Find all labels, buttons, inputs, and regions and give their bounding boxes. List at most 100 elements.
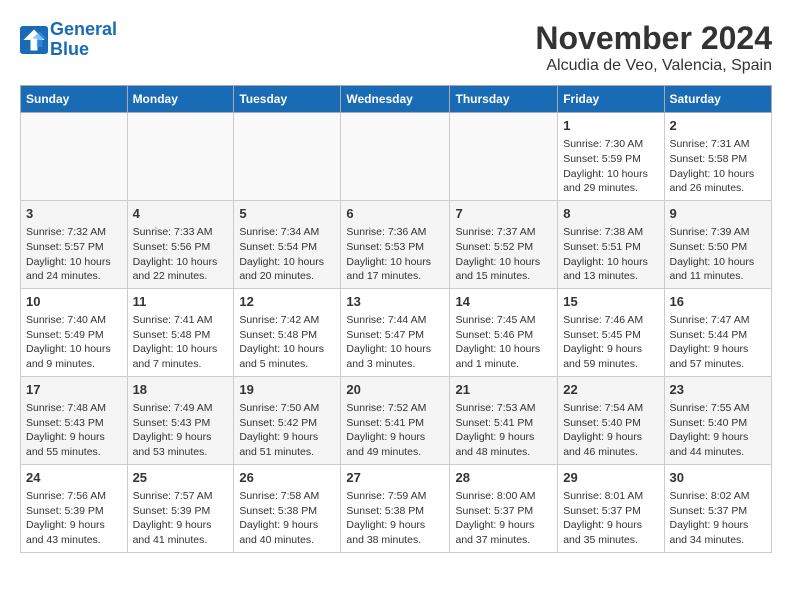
weekday-header-friday: Friday <box>558 86 664 113</box>
day-number: 23 <box>670 381 767 399</box>
calendar-cell: 20 Sunrise: 7:52 AM Sunset: 5:41 PM Dayli… <box>341 376 450 464</box>
calendar-cell: 9Sunrise: 7:39 AM Sunset: 5:50 PM Daylig… <box>664 200 772 288</box>
calendar-body: 1Sunrise: 7:30 AM Sunset: 5:59 PM Daylig… <box>21 113 772 553</box>
weekday-header-saturday: Saturday <box>664 86 772 113</box>
calendar-cell: 19 Sunrise: 7:50 AM Sunset: 5:42 PM Dayli… <box>234 376 341 464</box>
day-info: Sunrise: 7:47 AM Sunset: 5:44 PM Dayligh… <box>670 313 767 372</box>
logo-line1: General <box>50 19 117 39</box>
day-info: Sunrise: 7:32 AM Sunset: 5:57 PM Dayligh… <box>26 225 122 284</box>
title-block: November 2024 Alcudia de Veo, Valencia, … <box>535 20 772 75</box>
day-info: Sunrise: 8:02 AM Sunset: 5:37 PM Dayligh… <box>670 489 767 548</box>
weekday-header-wednesday: Wednesday <box>341 86 450 113</box>
day-number: 7 <box>455 205 552 223</box>
day-number: 12 <box>239 293 335 311</box>
calendar-cell: 26 Sunrise: 7:58 AM Sunset: 5:38 PM Dayli… <box>234 464 341 552</box>
calendar-cell: 15Sunrise: 7:46 AM Sunset: 5:45 PM Dayli… <box>558 288 664 376</box>
day-info: Sunrise: 7:55 AM Sunset: 5:40 PM Dayligh… <box>670 401 767 460</box>
day-info: Sunrise: 7:56 AM Sunset: 5:39 PM Dayligh… <box>26 489 122 548</box>
day-info: Sunrise: 7:48 AM Sunset: 5:43 PM Dayligh… <box>26 401 122 460</box>
calendar-cell: 30 Sunrise: 8:02 AM Sunset: 5:37 PM Dayli… <box>664 464 772 552</box>
day-info: Sunrise: 7:57 AM Sunset: 5:39 PM Dayligh… <box>133 489 229 548</box>
day-info: Sunrise: 8:01 AM Sunset: 5:37 PM Dayligh… <box>563 489 658 548</box>
day-info: Sunrise: 7:59 AM Sunset: 5:38 PM Dayligh… <box>346 489 444 548</box>
day-info: Sunrise: 7:36 AM Sunset: 5:53 PM Dayligh… <box>346 225 444 284</box>
day-info: Sunrise: 7:33 AM Sunset: 5:56 PM Dayligh… <box>133 225 229 284</box>
location-title: Alcudia de Veo, Valencia, Spain <box>535 57 772 75</box>
day-info: Sunrise: 8:00 AM Sunset: 5:37 PM Dayligh… <box>455 489 552 548</box>
calendar-cell: 4Sunrise: 7:33 AM Sunset: 5:56 PM Daylig… <box>127 200 234 288</box>
day-number: 5 <box>239 205 335 223</box>
day-number: 29 <box>563 469 658 487</box>
logo: General Blue <box>20 20 117 60</box>
day-info: Sunrise: 7:58 AM Sunset: 5:38 PM Dayligh… <box>239 489 335 548</box>
day-number: 24 <box>26 469 122 487</box>
day-number: 30 <box>670 469 767 487</box>
calendar-cell: 25Sunrise: 7:57 AM Sunset: 5:39 PM Dayli… <box>127 464 234 552</box>
day-info: Sunrise: 7:53 AM Sunset: 5:41 PM Dayligh… <box>455 401 552 460</box>
calendar-cell <box>127 113 234 201</box>
calendar-cell: 17 Sunrise: 7:48 AM Sunset: 5:43 PM Dayli… <box>21 376 128 464</box>
calendar-cell: 10 Sunrise: 7:40 AM Sunset: 5:49 PM Dayli… <box>21 288 128 376</box>
calendar-cell: 5 Sunrise: 7:34 AM Sunset: 5:54 PM Daylig… <box>234 200 341 288</box>
calendar-cell: 24 Sunrise: 7:56 AM Sunset: 5:39 PM Dayli… <box>21 464 128 552</box>
calendar-cell <box>450 113 558 201</box>
day-number: 21 <box>455 381 552 399</box>
day-number: 17 <box>26 381 122 399</box>
calendar-cell <box>341 113 450 201</box>
calendar-cell: 6 Sunrise: 7:36 AM Sunset: 5:53 PM Daylig… <box>341 200 450 288</box>
calendar-cell: 13 Sunrise: 7:44 AM Sunset: 5:47 PM Dayli… <box>341 288 450 376</box>
logo-line2: Blue <box>50 40 117 60</box>
day-number: 27 <box>346 469 444 487</box>
day-number: 15 <box>563 293 658 311</box>
calendar-cell: 22Sunrise: 7:54 AM Sunset: 5:40 PM Dayli… <box>558 376 664 464</box>
day-number: 20 <box>346 381 444 399</box>
day-info: Sunrise: 7:40 AM Sunset: 5:49 PM Dayligh… <box>26 313 122 372</box>
day-number: 3 <box>26 205 122 223</box>
day-info: Sunrise: 7:52 AM Sunset: 5:41 PM Dayligh… <box>346 401 444 460</box>
logo-icon <box>20 26 48 54</box>
day-number: 19 <box>239 381 335 399</box>
week-row-1: 3 Sunrise: 7:32 AM Sunset: 5:57 PM Daylig… <box>21 200 772 288</box>
day-number: 2 <box>670 117 767 135</box>
calendar-cell <box>234 113 341 201</box>
day-number: 6 <box>346 205 444 223</box>
week-row-2: 10 Sunrise: 7:40 AM Sunset: 5:49 PM Dayli… <box>21 288 772 376</box>
day-info: Sunrise: 7:45 AM Sunset: 5:46 PM Dayligh… <box>455 313 552 372</box>
calendar-cell: 16 Sunrise: 7:47 AM Sunset: 5:44 PM Dayli… <box>664 288 772 376</box>
calendar-cell: 1Sunrise: 7:30 AM Sunset: 5:59 PM Daylig… <box>558 113 664 201</box>
calendar-cell: 21 Sunrise: 7:53 AM Sunset: 5:41 PM Dayli… <box>450 376 558 464</box>
month-title: November 2024 <box>535 20 772 57</box>
day-number: 13 <box>346 293 444 311</box>
day-info: Sunrise: 7:42 AM Sunset: 5:48 PM Dayligh… <box>239 313 335 372</box>
logo-text: General Blue <box>50 20 117 60</box>
calendar-cell: 2 Sunrise: 7:31 AM Sunset: 5:58 PM Daylig… <box>664 113 772 201</box>
calendar-cell: 29 Sunrise: 8:01 AM Sunset: 5:37 PM Dayli… <box>558 464 664 552</box>
calendar-cell: 12 Sunrise: 7:42 AM Sunset: 5:48 PM Dayli… <box>234 288 341 376</box>
day-number: 28 <box>455 469 552 487</box>
day-number: 11 <box>133 293 229 311</box>
day-number: 26 <box>239 469 335 487</box>
day-info: Sunrise: 7:50 AM Sunset: 5:42 PM Dayligh… <box>239 401 335 460</box>
calendar-cell: 27 Sunrise: 7:59 AM Sunset: 5:38 PM Dayli… <box>341 464 450 552</box>
day-info: Sunrise: 7:31 AM Sunset: 5:58 PM Dayligh… <box>670 137 767 196</box>
day-number: 18 <box>133 381 229 399</box>
calendar-cell: 18 Sunrise: 7:49 AM Sunset: 5:43 PM Dayli… <box>127 376 234 464</box>
weekday-header-monday: Monday <box>127 86 234 113</box>
day-number: 9 <box>670 205 767 223</box>
day-number: 14 <box>455 293 552 311</box>
day-number: 22 <box>563 381 658 399</box>
week-row-3: 17 Sunrise: 7:48 AM Sunset: 5:43 PM Dayli… <box>21 376 772 464</box>
day-number: 16 <box>670 293 767 311</box>
day-number: 10 <box>26 293 122 311</box>
day-info: Sunrise: 7:49 AM Sunset: 5:43 PM Dayligh… <box>133 401 229 460</box>
day-info: Sunrise: 7:34 AM Sunset: 5:54 PM Dayligh… <box>239 225 335 284</box>
day-info: Sunrise: 7:44 AM Sunset: 5:47 PM Dayligh… <box>346 313 444 372</box>
header: General Blue November 2024 Alcudia de Ve… <box>20 20 772 75</box>
calendar-cell: 28 Sunrise: 8:00 AM Sunset: 5:37 PM Dayli… <box>450 464 558 552</box>
day-info: Sunrise: 7:30 AM Sunset: 5:59 PM Dayligh… <box>563 137 658 196</box>
calendar-table: SundayMondayTuesdayWednesdayThursdayFrid… <box>20 85 772 553</box>
calendar-cell: 8 Sunrise: 7:38 AM Sunset: 5:51 PM Daylig… <box>558 200 664 288</box>
day-info: Sunrise: 7:38 AM Sunset: 5:51 PM Dayligh… <box>563 225 658 284</box>
weekday-header-tuesday: Tuesday <box>234 86 341 113</box>
day-number: 8 <box>563 205 658 223</box>
